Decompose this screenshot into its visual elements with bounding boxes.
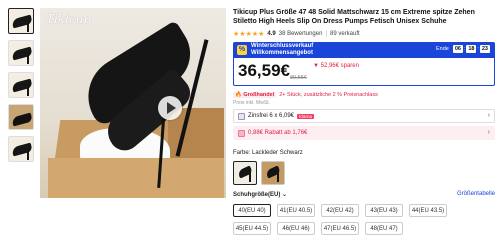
size-option[interactable]: 47(EU 46.5) bbox=[321, 222, 359, 235]
review-count: 38 Bewertungen bbox=[278, 30, 323, 37]
sold-count: 89 verkauft bbox=[330, 30, 360, 37]
shoe-image bbox=[11, 46, 33, 61]
savings-label: ▼ 52,96€ sparen bbox=[313, 63, 359, 69]
promo-banner: % Winterschlussverkauf Willkommensangebo… bbox=[233, 42, 495, 58]
original-price: 89,55€ bbox=[290, 75, 307, 81]
countdown-hours: 06 bbox=[452, 45, 463, 53]
klarna-badge: Klarna bbox=[297, 113, 315, 119]
coupon-row[interactable]: 0,88€ Rabatt ab 1,76€ › bbox=[233, 126, 495, 140]
size-option[interactable]: 48(EU 47) bbox=[365, 222, 403, 235]
shoe-image bbox=[11, 78, 33, 93]
size-option[interactable]: 44(EU 43.5) bbox=[409, 204, 447, 217]
coupon-text: 0,88€ Rabatt ab 1,76€ bbox=[248, 130, 308, 136]
size-option[interactable]: 41(EU 40.5) bbox=[277, 204, 315, 217]
thumbnail-1[interactable] bbox=[8, 8, 34, 34]
thumbnail-4[interactable] bbox=[8, 104, 34, 130]
size-option[interactable]: 45(EU 44.5) bbox=[233, 222, 271, 235]
color-swatch-lackleder-schwarz[interactable] bbox=[233, 161, 257, 185]
product-info: Tikicup Plus Größe 47 48 Solid Mattschwa… bbox=[233, 8, 495, 240]
size-option[interactable]: 42(EU 42) bbox=[321, 204, 359, 217]
shoe-image bbox=[11, 142, 33, 157]
play-icon[interactable] bbox=[158, 96, 182, 120]
current-price: 36,59€ bbox=[238, 61, 290, 80]
installment-text: Zinsfrei 6 x 6,09€ bbox=[248, 113, 295, 119]
size-options: 40(EU 40) 41(EU 40.5) 42(EU 42) 43(EU 43… bbox=[233, 204, 495, 240]
product-title: Tikicup Plus Größe 47 48 Solid Mattschwa… bbox=[233, 9, 475, 25]
installment-row[interactable]: Zinsfrei 6 x 6,09€ Klarna › bbox=[233, 109, 495, 123]
color-label: Farbe: Lackleder Schwarz bbox=[233, 150, 303, 156]
rating-score: 4.9 bbox=[267, 30, 276, 37]
thumbnail-3[interactable] bbox=[8, 72, 34, 98]
wholesale-text: 2+ Stück, zusätzliche 2 % Preisnachlass bbox=[279, 91, 378, 98]
size-option[interactable]: 46(EU 46) bbox=[277, 222, 315, 235]
sale-icon: % bbox=[237, 45, 247, 55]
countdown-minutes: 18 bbox=[466, 45, 477, 53]
countdown-seconds: 23 bbox=[479, 45, 490, 53]
wholesale-info: 🔥 Großhandel 2+ Stück, zusätzliche 2 % P… bbox=[233, 90, 495, 99]
wholesale-badge: 🔥 Großhandel bbox=[233, 91, 277, 98]
countdown: Ende 06 : 18 : 23 bbox=[435, 45, 490, 53]
chevron-right-icon: › bbox=[487, 129, 490, 136]
shoe-image bbox=[11, 14, 33, 29]
thumbnail-list bbox=[8, 8, 34, 168]
size-option[interactable]: 40(EU 40) bbox=[233, 204, 271, 217]
price-box: 36,59€ ▼ 52,96€ sparen 89,55€ bbox=[233, 58, 495, 86]
star-icons: ★★★★★ bbox=[233, 30, 265, 38]
size-header: Schuhgröße(EU) ⌄ Größentabelle bbox=[233, 191, 495, 200]
size-option[interactable]: 43(EU 43) bbox=[365, 204, 403, 217]
thumbnail-2[interactable] bbox=[8, 40, 34, 66]
size-label[interactable]: Schuhgröße(EU) ⌄ bbox=[233, 192, 287, 198]
countdown-label: Ende bbox=[435, 46, 449, 52]
size-guide-link[interactable]: Größentabelle bbox=[457, 191, 495, 197]
card-icon bbox=[238, 112, 245, 120]
tax-note: Preis inkl. MwSt. bbox=[233, 100, 270, 106]
chevron-right-icon: › bbox=[487, 112, 490, 119]
rating-row[interactable]: ★★★★★ 4.9 38 Bewertungen | 89 verkauft bbox=[233, 29, 495, 38]
main-product-image[interactable]: Tikicup bbox=[40, 8, 226, 198]
color-swatches bbox=[233, 161, 495, 185]
brand-logo: Tikicup bbox=[46, 12, 92, 26]
coupon-icon bbox=[238, 129, 245, 137]
thumbnail-5[interactable] bbox=[8, 136, 34, 162]
color-swatch-mattschwarz[interactable] bbox=[261, 161, 285, 185]
shoe-image bbox=[11, 112, 33, 127]
